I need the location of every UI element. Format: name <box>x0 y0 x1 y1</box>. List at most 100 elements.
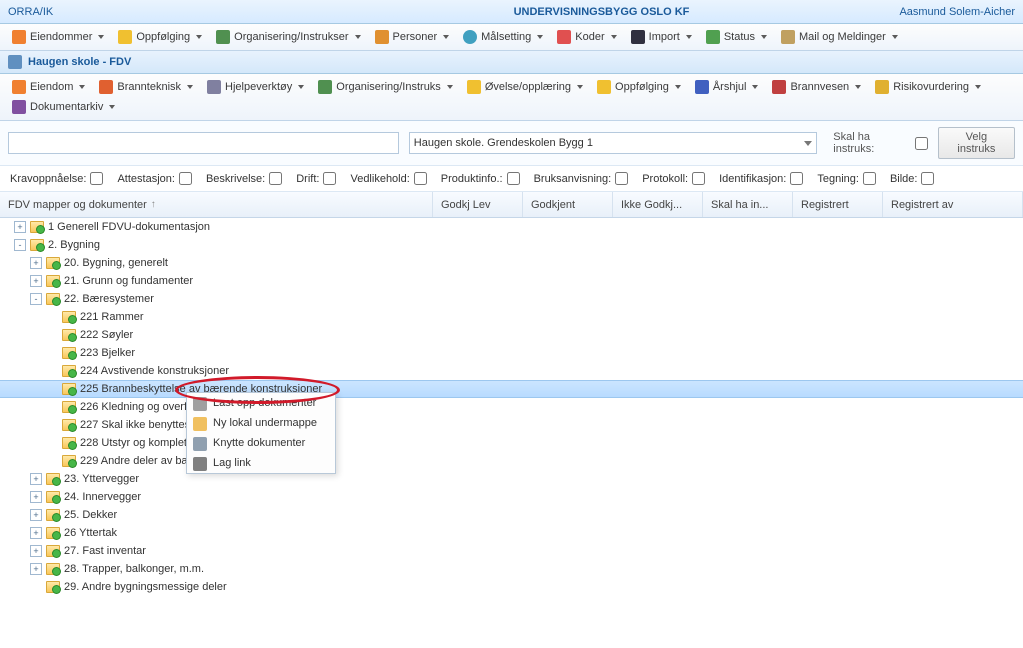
tree-area: +1 Generell FDVU-dokumentasjon-2. Bygnin… <box>0 218 1023 648</box>
sub-menu-item[interactable]: Brannteknisk <box>93 78 199 96</box>
col-godkj-lev[interactable]: Godkj Lev <box>433 192 523 217</box>
tree-row[interactable]: 225 Brannbeskyttelse av bærende konstruk… <box>0 380 1023 398</box>
velg-instruks-button[interactable]: Velg instruks <box>938 127 1015 159</box>
expander-icon[interactable]: - <box>14 239 26 251</box>
filter-checkbox-label[interactable]: Bilde: <box>890 172 935 185</box>
col-skal-ha[interactable]: Skal ha in... <box>703 192 793 217</box>
filter-checkbox-label[interactable]: Beskrivelse: <box>206 172 282 185</box>
sub-menu-item[interactable]: Årshjul <box>689 78 765 96</box>
main-menu-item[interactable]: Koder <box>551 28 622 46</box>
filter-checkbox[interactable] <box>269 172 282 185</box>
filter-checkbox-label[interactable]: Vedlikehold: <box>350 172 426 185</box>
filter-checkbox-label[interactable]: Bruksanvisning: <box>534 172 629 185</box>
expander-icon[interactable]: - <box>30 293 42 305</box>
tree-row[interactable]: 222 Søyler <box>0 326 1023 344</box>
sub-menu-item[interactable]: Brannvesen <box>766 78 867 96</box>
checkbox-filter-row: Kravoppnåelse: Attestasjon: Beskrivelse:… <box>0 166 1023 192</box>
expander-icon[interactable]: + <box>30 473 42 485</box>
main-menu-item[interactable]: Målsetting <box>457 28 549 46</box>
expander-icon[interactable]: + <box>30 275 42 287</box>
filter-checkbox-label[interactable]: Kravoppnåelse: <box>10 172 103 185</box>
tree-row[interactable]: 29. Andre bygningsmessige deler <box>0 578 1023 596</box>
menu-icon <box>216 30 230 44</box>
search-input[interactable] <box>8 132 399 154</box>
main-menu-item[interactable]: Oppfølging <box>112 28 208 46</box>
tree-row[interactable]: -2. Bygning <box>0 236 1023 254</box>
expander-icon[interactable]: + <box>30 527 42 539</box>
school-icon <box>8 55 22 69</box>
filter-checkbox-label[interactable]: Protokoll: <box>642 172 705 185</box>
main-menu-item[interactable]: Status <box>700 28 773 46</box>
context-menu-item[interactable]: Ny lokal undermappe <box>187 413 335 433</box>
col-registrert-av[interactable]: Registrert av <box>883 192 1023 217</box>
sub-menu-item[interactable]: Eiendom <box>6 78 91 96</box>
main-menu-item[interactable]: Mail og Meldinger <box>775 28 904 46</box>
filter-checkbox[interactable] <box>921 172 934 185</box>
top-bar: ORRA/IK UNDERVISNINGSBYGG OSLO KF Aasmun… <box>0 0 1023 24</box>
building-combo[interactable]: Haugen skole. Grendeskolen Bygg 1 <box>409 132 818 154</box>
expander-icon[interactable]: + <box>30 257 42 269</box>
context-menu: Last opp dokumenterNy lokal undermappeKn… <box>186 392 336 474</box>
tree-row[interactable]: -22. Bæresystemer <box>0 290 1023 308</box>
chevron-down-icon <box>892 35 898 39</box>
tree-row[interactable]: +24. Innervegger <box>0 488 1023 506</box>
col-name[interactable]: FDV mapper og dokumenter ↑ <box>0 192 433 217</box>
tree-row[interactable]: +25. Dekker <box>0 506 1023 524</box>
filter-checkbox-label[interactable]: Drift: <box>296 172 336 185</box>
expander-icon[interactable]: + <box>14 221 26 233</box>
tree-row[interactable]: 228 Utstyr og kompleteringer <box>0 434 1023 452</box>
context-menu-item[interactable]: Lag link <box>187 453 335 473</box>
skal-ha-checkbox[interactable] <box>915 137 928 150</box>
main-menu-item[interactable]: Eiendommer <box>6 28 110 46</box>
filter-checkbox[interactable] <box>790 172 803 185</box>
main-menu-item[interactable]: Import <box>625 28 698 46</box>
col-ikke-godkj[interactable]: Ikke Godkj... <box>613 192 703 217</box>
context-menu-item[interactable]: Knytte dokumenter <box>187 433 335 453</box>
main-menu-item[interactable]: Organisering/Instrukser <box>210 28 366 46</box>
filter-checkbox[interactable] <box>90 172 103 185</box>
filter-checkbox[interactable] <box>692 172 705 185</box>
tree-row[interactable]: 224 Avstivende konstruksjoner <box>0 362 1023 380</box>
expander-icon[interactable]: + <box>30 509 42 521</box>
sub-menu-item[interactable]: Hjelpeverktøy <box>201 78 310 96</box>
tree-row[interactable]: +27. Fast inventar <box>0 542 1023 560</box>
col-registrert[interactable]: Registrert <box>793 192 883 217</box>
menu-icon <box>99 80 113 94</box>
sub-menu-item[interactable]: Oppfølging <box>591 78 687 96</box>
filter-checkbox-label[interactable]: Tegning: <box>817 172 876 185</box>
expander-icon[interactable]: + <box>30 491 42 503</box>
filter-checkbox[interactable] <box>323 172 336 185</box>
tree-row[interactable]: +20. Bygning, generelt <box>0 254 1023 272</box>
tree-row[interactable]: +23. Yttervegger <box>0 470 1023 488</box>
user-name[interactable]: Aasmund Solem-Aicher <box>815 6 1015 18</box>
folder-icon <box>62 329 76 341</box>
sub-menu-item[interactable]: Dokumentarkiv <box>6 98 121 116</box>
tree-row[interactable]: 226 Kledning og overflate <box>0 398 1023 416</box>
folder-icon <box>62 419 76 431</box>
sub-menu-item[interactable]: Øvelse/opplæring <box>461 78 589 96</box>
filter-checkbox[interactable] <box>414 172 427 185</box>
expander-icon[interactable]: + <box>30 545 42 557</box>
filter-checkbox-label[interactable]: Attestasjon: <box>117 172 191 185</box>
tree-row[interactable]: +26 Yttertak <box>0 524 1023 542</box>
sub-menu-item[interactable]: Organisering/Instruks <box>312 78 459 96</box>
col-godkjent[interactable]: Godkjent <box>523 192 613 217</box>
tree-row[interactable]: +28. Trapper, balkonger, m.m. <box>0 560 1023 578</box>
tree-row[interactable]: 227 Skal ikke benyttes <box>0 416 1023 434</box>
sub-menu-item[interactable]: Risikovurdering <box>869 78 987 96</box>
tree-row[interactable]: 221 Rammer <box>0 308 1023 326</box>
expander-icon[interactable]: + <box>30 563 42 575</box>
menu-icon <box>193 397 207 411</box>
context-menu-item[interactable]: Last opp dokumenter <box>187 393 335 413</box>
tree-row[interactable]: 229 Andre deler av bæresystem <box>0 452 1023 470</box>
tree-row[interactable]: +1 Generell FDVU-dokumentasjon <box>0 218 1023 236</box>
filter-checkbox[interactable] <box>615 172 628 185</box>
filter-checkbox-label[interactable]: Identifikasjon: <box>719 172 803 185</box>
tree-row[interactable]: +21. Grunn og fundamenter <box>0 272 1023 290</box>
main-menu-item[interactable]: Personer <box>369 28 456 46</box>
filter-checkbox[interactable] <box>863 172 876 185</box>
tree-row[interactable]: 223 Bjelker <box>0 344 1023 362</box>
filter-checkbox[interactable] <box>179 172 192 185</box>
filter-checkbox-label[interactable]: Produktinfo.: <box>441 172 520 185</box>
filter-checkbox[interactable] <box>507 172 520 185</box>
